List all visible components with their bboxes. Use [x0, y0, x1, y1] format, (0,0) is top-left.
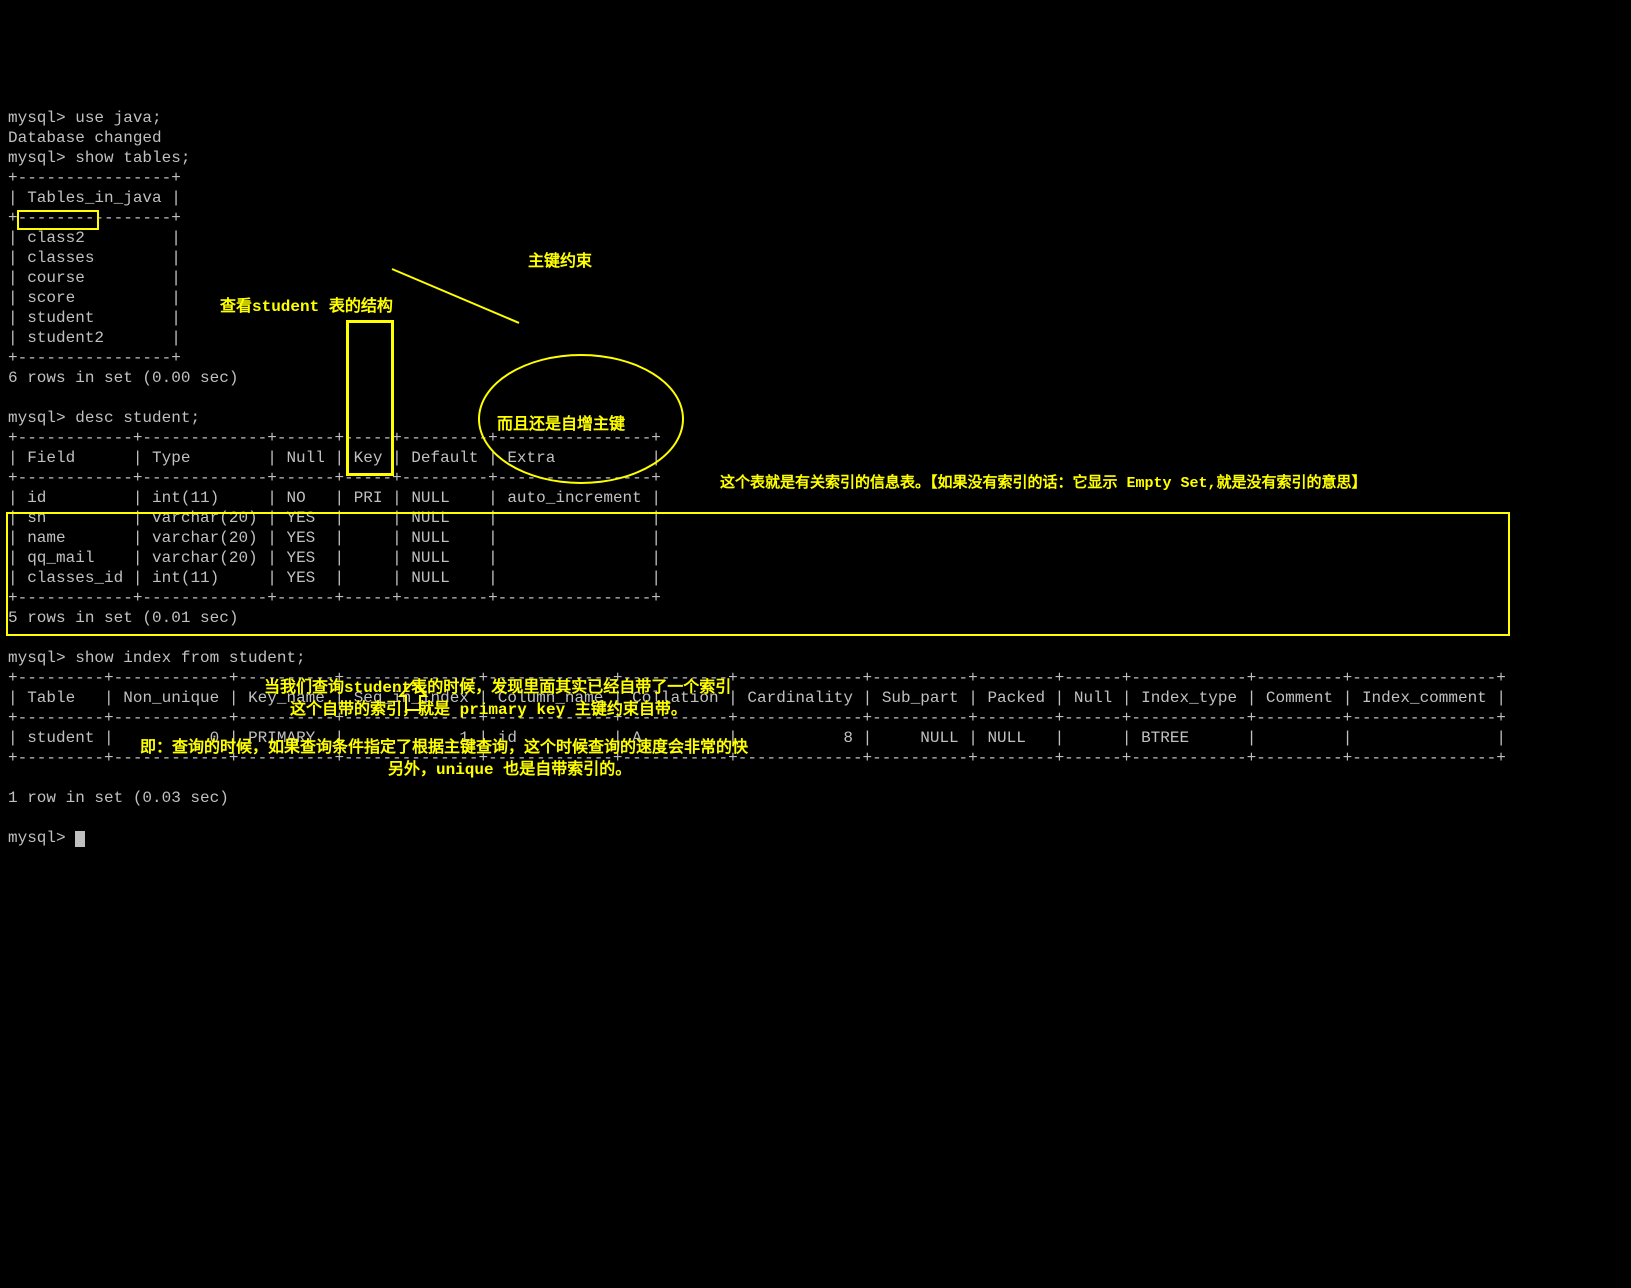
col-header: Sub_part: [882, 689, 959, 707]
table-row: course: [27, 269, 85, 287]
col-header: Packed: [987, 689, 1045, 707]
cmd-use: use java;: [75, 109, 161, 127]
highlight-student: [17, 210, 99, 230]
table-row: class2: [27, 229, 85, 247]
tables-header: Tables_in_java: [27, 189, 161, 207]
col-header: Default: [411, 449, 478, 467]
col-header: Comment: [1266, 689, 1333, 707]
table-row: student2: [27, 329, 104, 347]
col-header: Non_unique: [123, 689, 219, 707]
cell: NULL: [987, 729, 1025, 747]
cell: NULL: [920, 729, 958, 747]
cell: NULL: [411, 489, 449, 507]
col-header: Type: [152, 449, 190, 467]
cell: int(11): [152, 489, 219, 507]
cell: BTREE: [1141, 729, 1189, 747]
cmd-show-index: show index from student;: [75, 649, 305, 667]
cursor[interactable]: [75, 831, 85, 847]
highlight-key-column: [346, 320, 394, 476]
col-header: Index_comment: [1362, 689, 1487, 707]
annotation-pk: 主键约束: [528, 252, 592, 272]
highlight-index-table: [6, 512, 1510, 636]
table-row: student: [27, 309, 94, 327]
col-header: Field: [27, 449, 75, 467]
prompt: mysql>: [8, 409, 66, 427]
col-header: Null: [1074, 689, 1112, 707]
prompt: mysql>: [8, 109, 66, 127]
tables-footer: 6 rows in set (0.00 sec): [8, 369, 238, 387]
annotation-conclusion2: 另外，unique 也是自带索引的。: [388, 760, 631, 780]
table-row: classes: [27, 249, 94, 267]
col-header: Table: [27, 689, 75, 707]
prompt: mysql>: [8, 649, 66, 667]
cell: id: [27, 489, 46, 507]
terminal-output: mysql> use java; Database changed mysql>…: [8, 88, 1623, 848]
col-header: Null: [286, 449, 324, 467]
cmd-desc: desc student;: [75, 409, 200, 427]
index-footer: 1 row in set (0.03 sec): [8, 789, 229, 807]
prompt: mysql>: [8, 829, 66, 847]
arrow-up-icon: [396, 640, 430, 734]
annotation-autoinc: 而且还是自增主键: [497, 415, 625, 435]
cell: 8: [843, 729, 853, 747]
cell: auto_increment: [507, 489, 641, 507]
col-header: Cardinality: [747, 689, 853, 707]
cell: student: [27, 729, 94, 747]
annotation-conclusion1: 即：查询的时候，如果查询条件指定了根据主键查询，这个时候查询的速度会非常的快: [140, 738, 748, 758]
annotation-found2: 这个自带的索引，就是 primary key 主键约束自带。: [290, 700, 687, 720]
annotation-desc: 查看student 表的结构: [220, 297, 393, 317]
annotation-found1: 当我们查询student表的时候，发现里面其实已经自带了一个索引: [264, 678, 731, 698]
table-row: score: [27, 289, 75, 307]
resp-db-changed: Database changed: [8, 129, 162, 147]
cell: PRI: [354, 489, 383, 507]
annotation-indexinfo: 这个表就是有关索引的信息表。【如果没有索引的话：它显示 Empty Set,就是…: [720, 475, 1367, 494]
col-header: Index_type: [1141, 689, 1237, 707]
prompt: mysql>: [8, 149, 66, 167]
cell: NO: [286, 489, 305, 507]
cmd-show-tables: show tables;: [75, 149, 190, 167]
